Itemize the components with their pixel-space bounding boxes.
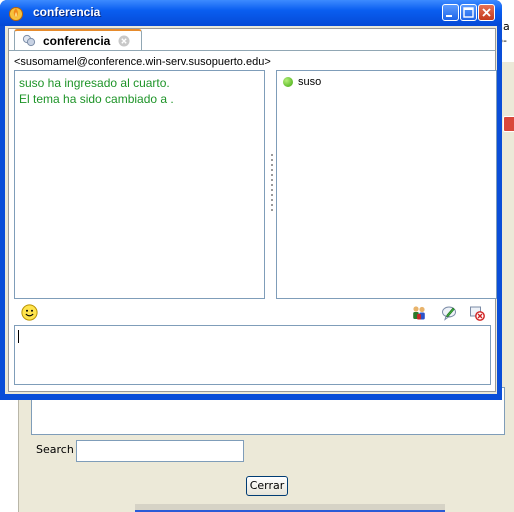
search-label: Search bbox=[36, 443, 74, 456]
minimize-button[interactable] bbox=[442, 4, 459, 21]
flame-icon bbox=[9, 7, 23, 21]
messages-pane[interactable]: suso ha ingresado al cuarto. El tema ha … bbox=[14, 70, 265, 299]
split-pane-handle[interactable] bbox=[271, 154, 273, 214]
window-title: conferencia bbox=[33, 5, 101, 19]
message-input[interactable] bbox=[14, 325, 491, 385]
conference-room-icon bbox=[22, 34, 36, 47]
chat-panel: conferencia <susomamel@conference.win-se… bbox=[8, 28, 497, 392]
title-bar[interactable]: conferencia bbox=[0, 0, 502, 26]
leave-room-icon[interactable] bbox=[469, 305, 485, 321]
chat-toolbar bbox=[9, 303, 495, 323]
invite-users-icon[interactable] bbox=[411, 305, 427, 321]
room-address: <susomamel@conference.win-serv.susopuert… bbox=[14, 56, 271, 68]
tab-label: conferencia bbox=[43, 34, 111, 48]
conference-window: conferencia conferencia <susomamel@confe… bbox=[0, 0, 502, 400]
maximize-button[interactable] bbox=[460, 4, 477, 21]
close-button[interactable] bbox=[478, 4, 495, 21]
tab-strip: conferencia bbox=[9, 29, 495, 51]
maximize-icon bbox=[463, 7, 474, 18]
chat-message: suso ha ingresado al cuarto. bbox=[19, 76, 170, 90]
text-caret bbox=[18, 330, 19, 343]
search-input[interactable] bbox=[76, 440, 244, 462]
tab-conferencia[interactable]: conferencia bbox=[14, 29, 142, 51]
tab-close-icon[interactable] bbox=[118, 35, 130, 47]
cerrar-button[interactable]: Cerrar bbox=[246, 476, 288, 496]
window-client-area: conferencia <susomamel@conference.win-se… bbox=[5, 26, 497, 394]
online-status-icon bbox=[283, 77, 293, 87]
close-icon bbox=[482, 8, 491, 17]
participants-list[interactable]: suso bbox=[276, 70, 497, 299]
participant-name: suso bbox=[298, 76, 322, 88]
change-subject-icon[interactable] bbox=[441, 305, 457, 321]
minimize-icon bbox=[446, 15, 452, 17]
background-close-icon[interactable] bbox=[503, 116, 514, 132]
chat-message: El tema ha sido cambiado a . bbox=[19, 92, 174, 106]
emoticon-icon[interactable] bbox=[21, 304, 38, 321]
tab-divider bbox=[9, 50, 495, 51]
